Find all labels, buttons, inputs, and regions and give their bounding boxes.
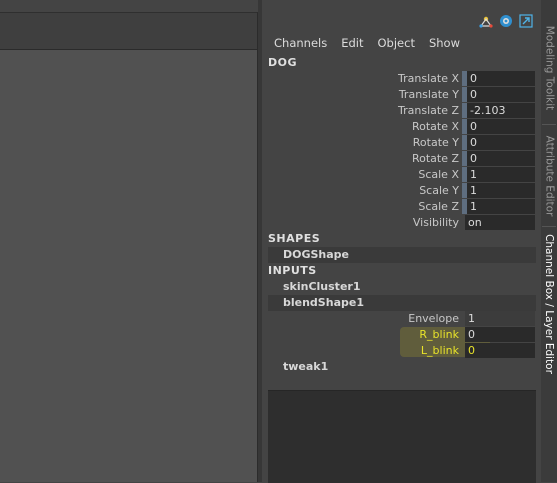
menu-object[interactable]: Object <box>378 36 415 50</box>
attr-label[interactable]: L_blink <box>421 344 459 357</box>
channel-box-panel: Channels Edit Object Show DOG Translate … <box>262 0 541 483</box>
channel-box-icons <box>479 14 533 30</box>
attr-label[interactable]: Translate Z <box>398 104 459 117</box>
attr-value-field[interactable]: 0 <box>467 71 535 86</box>
shape-node-row[interactable]: DOGShape <box>268 247 536 263</box>
menu-edit[interactable]: Edit <box>341 36 363 50</box>
attr-row-scale-x: Scale X 1 <box>262 167 541 183</box>
color-wheel-icon[interactable] <box>499 14 513 28</box>
attr-row-translate-z: Translate Z -2.103 <box>262 103 541 119</box>
attr-label[interactable]: Scale Y <box>419 184 459 197</box>
attr-row-translate-x: Translate X 0 <box>262 71 541 87</box>
attr-value-field[interactable]: on <box>465 215 535 230</box>
attr-value-field[interactable]: 1 <box>465 311 535 326</box>
channel-box-menubar: Channels Edit Object Show <box>274 36 460 50</box>
side-tab-bar: Modeling Toolkit Attribute Editor Channe… <box>541 0 557 482</box>
attr-row-translate-y: Translate Y 0 <box>262 87 541 103</box>
viewport-panel <box>0 0 261 482</box>
attr-label[interactable]: Rotate Z <box>412 152 459 165</box>
attr-row-scale-y: Scale Y 1 <box>262 183 541 199</box>
tab-divider <box>542 226 556 227</box>
input-node-row[interactable]: blendShape1 <box>268 295 536 311</box>
attr-row-scale-z: Scale Z 1 <box>262 199 541 215</box>
tab-label: Channel Box / Layer Editor <box>543 234 555 374</box>
shapes-section-title: SHAPES <box>268 232 321 245</box>
attr-row-r-blink: R_blink 0 <box>262 327 541 343</box>
attr-label[interactable]: Visibility <box>413 216 459 229</box>
attr-value-field[interactable]: 0 <box>465 343 535 358</box>
attr-label[interactable]: Rotate Y <box>413 136 459 149</box>
attr-label[interactable]: R_blink <box>419 328 459 341</box>
attr-row-rotate-z: Rotate Z 0 <box>262 151 541 167</box>
attr-value-field[interactable]: 0 <box>467 151 535 166</box>
input-node-row[interactable]: tweak1 <box>268 359 536 375</box>
menu-channels[interactable]: Channels <box>274 36 327 50</box>
attr-label[interactable]: Scale Z <box>418 200 459 213</box>
attr-value-field[interactable]: 1 <box>467 199 535 214</box>
layer-editor-pane[interactable] <box>268 390 536 483</box>
attr-value-field[interactable]: 1 <box>467 183 535 198</box>
input-node-row[interactable]: skinCluster1 <box>268 279 536 295</box>
attr-value-field[interactable]: 0 <box>467 119 535 134</box>
attr-label[interactable]: Translate X <box>398 72 459 85</box>
attr-value-field[interactable]: -2.103 <box>467 103 535 118</box>
attr-label[interactable]: Rotate X <box>412 120 459 133</box>
tab-attribute-editor[interactable]: Attribute Editor <box>541 128 557 224</box>
attr-row-rotate-y: Rotate Y 0 <box>262 135 541 151</box>
attr-value-field[interactable]: 0 <box>467 87 535 102</box>
viewport[interactable] <box>0 50 258 482</box>
tab-modeling-toolkit[interactable]: Modeling Toolkit <box>541 14 557 122</box>
tool-settings-icon[interactable] <box>479 14 493 28</box>
attr-label[interactable]: Envelope <box>408 312 459 325</box>
expand-arrow-icon[interactable] <box>519 14 533 28</box>
tab-label: Modeling Toolkit <box>543 25 555 111</box>
inputs-section-title: INPUTS <box>268 264 317 277</box>
attr-row-envelope: Envelope 1 <box>262 311 541 327</box>
attr-row-visibility: Visibility on <box>262 215 541 231</box>
attr-row-l-blink: L_blink 0 <box>262 343 541 359</box>
tab-label: Attribute Editor <box>543 135 555 217</box>
tab-channel-box-layer-editor[interactable]: Channel Box / Layer Editor <box>541 230 557 378</box>
attr-value-field[interactable]: 1 <box>467 167 535 182</box>
viewport-toolbar <box>0 12 258 50</box>
tab-divider <box>542 124 556 125</box>
attr-label[interactable]: Scale X <box>418 168 459 181</box>
menu-show[interactable]: Show <box>429 36 460 50</box>
object-name[interactable]: DOG <box>268 56 297 69</box>
attr-value-field[interactable]: 0 <box>465 327 535 342</box>
attr-label[interactable]: Translate Y <box>399 88 459 101</box>
attr-value-field[interactable]: 0 <box>467 135 535 150</box>
attr-row-rotate-x: Rotate X 0 <box>262 119 541 135</box>
